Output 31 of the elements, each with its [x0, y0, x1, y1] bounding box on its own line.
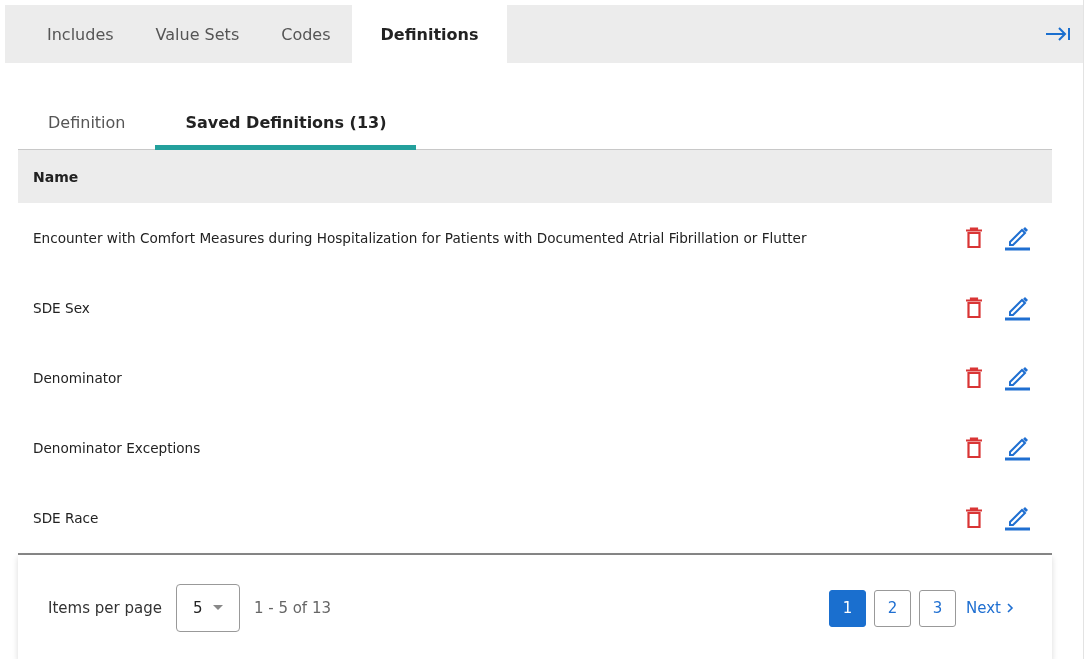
tab[interactable]: Definitions	[351, 5, 508, 63]
trash-icon[interactable]	[964, 507, 984, 529]
range-label: 1 - 5 of 13	[253, 599, 331, 617]
caret-icon	[212, 605, 223, 611]
trash-icon[interactable]	[964, 297, 984, 319]
table-cell-text: Denominator Exceptions	[33, 440, 202, 456]
page-button[interactable]: 3	[919, 589, 957, 627]
tab[interactable]: Value Sets	[134, 5, 261, 63]
items-per-page-label: Items per page	[48, 599, 162, 617]
pencil-icon[interactable]	[1004, 295, 1030, 321]
tab[interactable]: Includes	[5, 5, 135, 63]
pencil-icon[interactable]	[1004, 505, 1030, 531]
pencil-icon[interactable]	[1004, 225, 1030, 251]
table-cell-text: Encounter with Comfort Measures during Hospitalization for Patients with Documented Atrial Fibrillation or Flutter	[33, 230, 808, 246]
page-button[interactable]: 1	[829, 589, 867, 627]
trash-icon[interactable]	[964, 367, 984, 389]
table-cell-text: Denominator	[33, 370, 123, 386]
pencil-icon[interactable]	[1004, 365, 1030, 391]
page-button[interactable]: 2	[874, 589, 912, 627]
page-size-select[interactable]: 5	[175, 584, 240, 632]
tab[interactable]: Definition	[18, 99, 156, 150]
trash-icon[interactable]	[964, 227, 984, 249]
trash-icon[interactable]	[964, 437, 984, 459]
chevron-right-icon	[1006, 602, 1014, 614]
column-header: Name	[33, 168, 79, 185]
tab[interactable]: Codes	[260, 5, 352, 63]
collapse-icon[interactable]	[1045, 26, 1071, 42]
pencil-icon[interactable]	[1004, 435, 1030, 461]
table-cell-text: SDE Race	[33, 510, 100, 526]
table-cell-text: SDE Sex	[33, 300, 91, 316]
next-link[interactable]: Next	[966, 599, 1014, 617]
